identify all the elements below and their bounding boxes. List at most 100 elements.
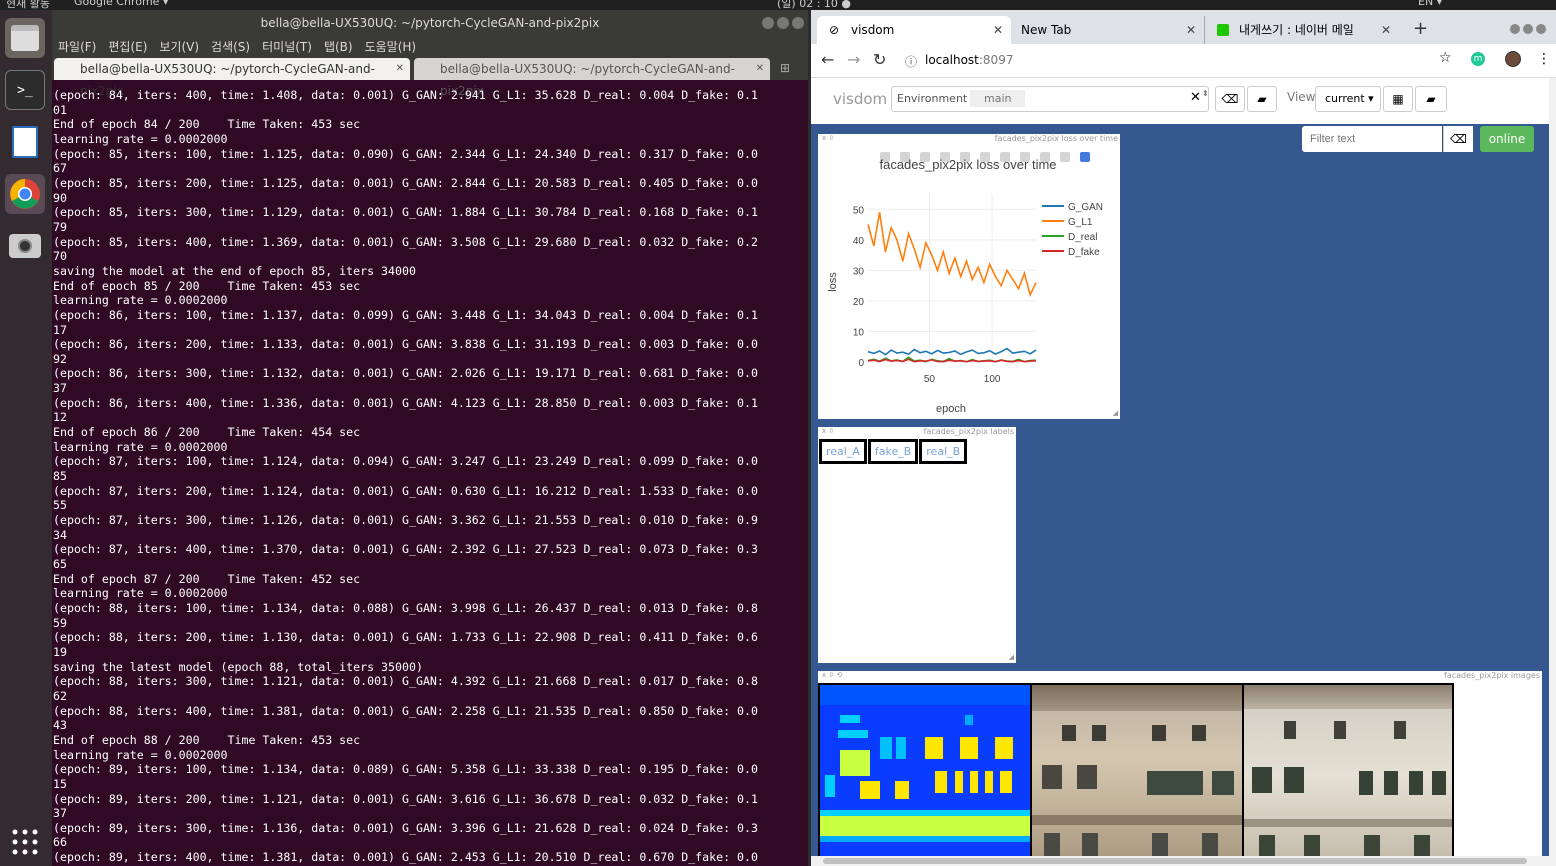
view-label: View [1287,90,1316,104]
loss-chart-pane[interactable]: x ⇳ facades_pix2pix loss over time facad… [818,134,1120,419]
tab-new-tab[interactable]: New Tab ✕ [1011,16,1205,44]
folder-icon: ▰ [1426,92,1436,106]
legend-entry[interactable]: G_L1 [1068,217,1093,228]
url-field[interactable]: localhost:8097 [925,53,1013,67]
bookmark-star-icon[interactable]: ☆ [1439,50,1452,66]
x-axis-label: epoch [936,403,966,415]
legend-entry[interactable]: D_real [1068,232,1097,243]
hover-compare-icon[interactable] [1060,152,1070,162]
tab-naver-mail[interactable]: 내게쓰기 : 네이버 메일 ✕ [1205,16,1399,44]
env-spinner-icon[interactable]: ⬍ [1202,89,1209,98]
y-tick-label: 40 [853,236,865,247]
grid-icon: ▦ [1392,92,1404,106]
active-app-menu[interactable]: Google Chrome ▾ [74,0,168,8]
eraser-button[interactable]: ⌫ [1215,86,1245,112]
new-tab-icon[interactable]: ⊞ [780,61,790,75]
vertical-scrollbar[interactable] [1549,78,1556,866]
clear-env-icon[interactable]: ✕ [1190,90,1201,105]
tab-label: New Tab [1021,23,1072,37]
language-indicator[interactable]: EN ▾ [1418,0,1442,8]
y-tick-label: 30 [853,266,865,277]
tab-visdom[interactable]: ⊘ visdom ✕ [817,16,1011,44]
address-bar-row: ← → ↻ ⓘ localhost:8097 ☆ m ⋮ [811,44,1556,78]
images-pane[interactable]: x ⇳ ⟲ facades_pix2pix images [818,671,1542,866]
close-button[interactable] [792,17,804,29]
maximize-button[interactable] [777,17,789,29]
files-icon[interactable] [5,18,45,58]
new-tab-button[interactable]: + [1413,18,1428,39]
close-icon[interactable]: ✕ [993,16,1003,44]
clock[interactable]: (일) 02 : 10 ● [777,0,851,10]
writer-icon[interactable] [5,122,45,162]
activities-button[interactable]: 현재 활동 [6,0,50,10]
grid-button[interactable]: ▦ [1383,86,1413,112]
visdom-brand: visdom [833,90,888,108]
reload-icon[interactable]: ↻ [873,50,886,69]
resize-handle-icon[interactable]: ◢ [1113,409,1118,417]
close-icon[interactable]: ✕ [756,58,764,80]
view-folder-button[interactable]: ▰ [1415,86,1447,112]
menu-tabs[interactable]: 탭(B) [324,36,353,58]
plotly-logo-icon[interactable] [1080,152,1090,162]
legend-entry[interactable]: G_GAN [1068,202,1103,213]
profile-avatar[interactable] [1505,51,1521,67]
series-line-g-l1 [867,212,1037,298]
close-icon[interactable]: ✕ [396,58,404,80]
system-top-bar: 현재 활동 Google Chrome ▾ (일) 02 : 10 ● EN ▾ [0,0,1556,10]
close-icon[interactable]: ✕ [1381,16,1391,44]
pane-title: facades_pix2pix images [1444,671,1540,680]
tab-label: visdom [851,23,895,37]
fake-b-image [1032,685,1242,866]
filter-clear-button[interactable]: ⌫ [1443,126,1473,152]
menu-terminal[interactable]: 터미널(T) [262,36,312,58]
legend-entry[interactable]: D_fake [1068,247,1100,258]
menu-icon[interactable]: ⋮ [1537,51,1551,67]
info-icon[interactable]: ⓘ [905,53,917,70]
view-dropdown[interactable]: current ▾ [1315,86,1381,112]
show-apps-icon[interactable] [5,822,45,862]
terminal-tab[interactable]: bella@bella-UX530UQ: ~/pytorch-CycleGAN-… [414,58,770,98]
close-icon[interactable]: ✕ [1186,16,1196,44]
y-tick-label: 20 [853,297,865,308]
tab-label: 내게쓰기 : 네이버 메일 [1239,23,1354,37]
terminal-titlebar: bella@bella-UX530UQ: ~/pytorch-CycleGAN-… [52,10,808,36]
menu-view[interactable]: 보기(V) [159,36,199,58]
maximize-button[interactable] [1523,24,1533,34]
terminal-tab-active[interactable]: bella@bella-UX530UQ: ~/pytorch-CycleGAN-… [54,58,410,98]
terminal-output[interactable]: (epoch: 84, iters: 400, time: 1.408, dat… [53,88,807,866]
pane-controls[interactable]: x ⇳ [822,427,834,435]
extension-icon[interactable]: m [1471,52,1485,66]
online-status-badge[interactable]: online [1480,126,1534,152]
resize-handle-icon[interactable]: ◢ [1009,653,1014,661]
labels-pane[interactable]: x ⇳ facades_pix2pix labels real_A fake_B… [818,427,1016,663]
label-real-b: real_B [919,439,968,464]
minimize-button[interactable] [762,17,774,29]
filter-input-wrap [1302,126,1442,152]
visdom-canvas: ⌫ online x ⇳ facades_pix2pix loss over t… [811,124,1549,866]
view-dropdown-value: current [1325,92,1365,105]
chart-title: facades_pix2pix loss over time [879,157,1056,172]
folder-button[interactable]: ▰ [1247,86,1277,112]
back-icon[interactable]: ← [821,50,834,69]
camera-icon[interactable] [5,226,45,266]
chrome-icon[interactable] [5,174,45,214]
terminal-tabbar: bella@bella-UX530UQ: ~/pytorch-CycleGAN-… [52,58,808,98]
pane-controls[interactable]: x ⇳ ⟲ [822,671,842,679]
environment-label: Environment [897,92,968,105]
scrollbar-thumb[interactable] [823,858,1527,864]
menu-edit[interactable]: 편집(E) [108,36,147,58]
horizontal-scrollbar[interactable] [811,856,1549,866]
eraser-icon: ⌫ [1221,92,1239,106]
y-tick-label: 10 [853,327,865,338]
filter-input[interactable] [1310,127,1440,151]
series-line-g-gan [867,347,1037,356]
environment-chip[interactable]: main [970,90,1026,107]
close-button[interactable] [1536,24,1546,34]
loss-chart: facades_pix2pix loss over time 0 10 20 30 40 5… [827,152,1103,415]
forward-icon[interactable]: → [847,50,860,69]
menu-search[interactable]: 검색(S) [211,36,250,58]
minimize-button[interactable] [1510,24,1520,34]
menu-help[interactable]: 도움말(H) [365,36,417,58]
menu-file[interactable]: 파일(F) [58,36,96,58]
terminal-icon[interactable]: >_ [5,70,45,110]
